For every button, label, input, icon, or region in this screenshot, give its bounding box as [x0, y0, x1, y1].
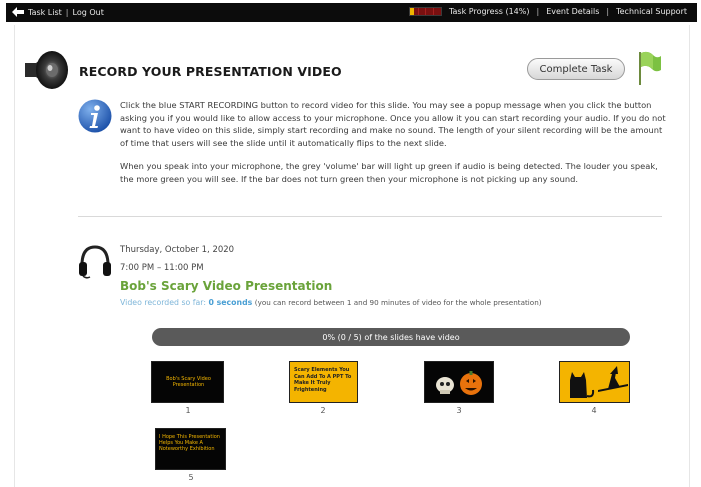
task-progress-link[interactable]: Task Progress (14%) [449, 7, 530, 16]
slide-thumbnail-5[interactable]: I Hope This Presentation Helps You Make … [155, 428, 226, 470]
page-title: RECORD YOUR PRESENTATION VIDEO [79, 64, 342, 79]
event-time: 7:00 PM – 11:00 PM [120, 263, 204, 273]
top-nav-bar: Task List | Log Out Task Progress (14%) … [6, 3, 697, 22]
section-divider [78, 216, 662, 217]
event-details-link[interactable]: Event Details [546, 7, 599, 16]
top-nav-right: Task Progress (14%) | Event Details | Te… [408, 7, 687, 16]
instructions-paragraph: Click the blue START RECORDING button to… [120, 100, 666, 148]
complete-task-button[interactable]: Complete Task [527, 58, 625, 80]
headphones-icon [79, 245, 111, 279]
nav-separator: | [536, 7, 540, 16]
slide-thumbnail-1[interactable]: Bob's Scary Video Presentation [151, 361, 224, 403]
instructions-text: Click the blue START RECORDING button to… [120, 99, 666, 186]
technical-support-link[interactable]: Technical Support [616, 7, 687, 16]
slide-number: 2 [320, 406, 326, 415]
slide-thumbnail-3[interactable] [424, 361, 494, 403]
skull-and-pumpkin-image [436, 371, 482, 395]
slide-thumbnail-2[interactable]: Scary Elements You Can Add To A PPT To M… [289, 361, 358, 403]
task-progress-fill [409, 8, 415, 15]
slide-thumb-text: Scary Elements You Can Add To A PPT To M… [294, 367, 352, 393]
slide-thumb-text: Bob's Scary Video Presentation [166, 376, 211, 388]
instructions-paragraph: When you speak into your microphone, the… [120, 161, 658, 184]
slide-thumbnail-4[interactable] [559, 361, 630, 403]
slide-number: 1 [185, 406, 191, 415]
log-out-link[interactable]: Log Out [73, 8, 104, 17]
task-progress-meter [408, 7, 442, 16]
event-date: Thursday, October 1, 2020 [120, 245, 235, 255]
video-recorded-status: Video recorded so far: 0 seconds (you ca… [120, 298, 542, 307]
event-name: Bob's Scary Video Presentation [120, 279, 333, 293]
task-list-link[interactable]: Task List [28, 8, 62, 17]
back-arrow-icon[interactable] [12, 7, 24, 17]
recorded-label: Video recorded so far: [120, 298, 206, 307]
speaker-icon [25, 51, 68, 89]
info-icon [78, 99, 112, 133]
slide-number: 4 [591, 406, 597, 415]
cat-and-witch-silhouette-image [570, 366, 628, 398]
slide-thumb-text: I Hope This Presentation Helps You Make … [159, 434, 220, 453]
slides-progress-bar: 0% (0 / 5) of the slides have video [152, 328, 630, 346]
recorded-note: (you can record between 1 and 90 minutes… [254, 298, 542, 307]
content-frame [14, 25, 690, 487]
top-nav-left: Task List | Log Out [12, 7, 104, 17]
slide-number: 3 [456, 406, 462, 415]
nav-separator: | [65, 7, 69, 17]
recorded-value: 0 seconds [208, 298, 253, 307]
flag-icon [639, 51, 661, 85]
nav-separator: | [606, 7, 610, 16]
slide-number: 5 [188, 473, 194, 482]
